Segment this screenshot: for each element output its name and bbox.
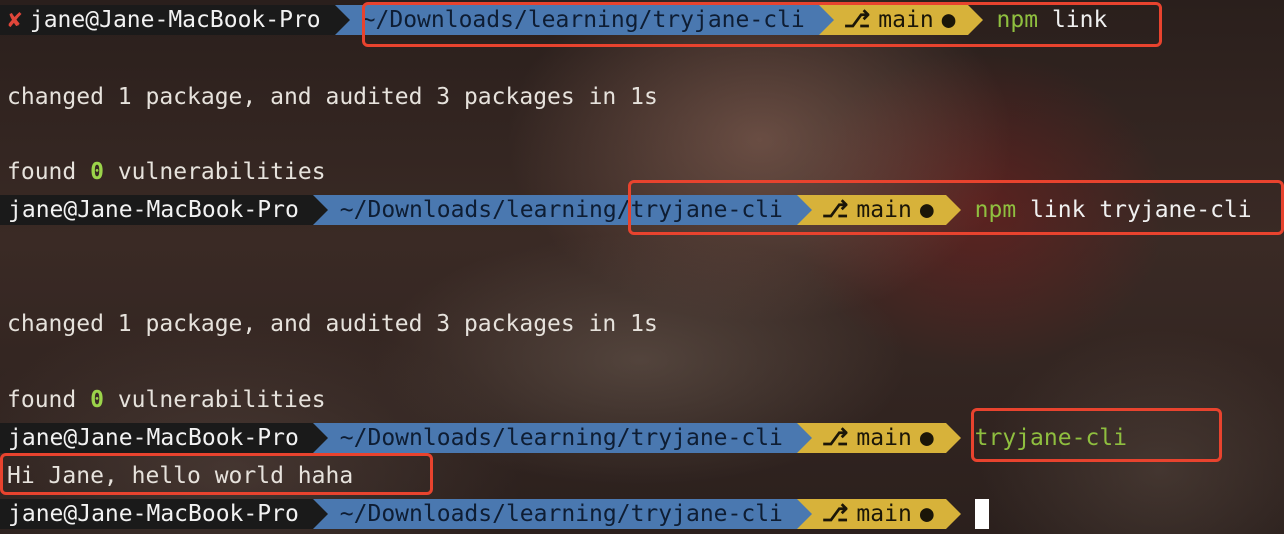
prompt-user-segment: jane@Jane-MacBook-Pro xyxy=(0,499,313,529)
found-prefix: found xyxy=(7,159,77,185)
segment-separator-icon xyxy=(796,195,812,225)
prompt-branch: main xyxy=(878,7,934,33)
command-1-bin: npm xyxy=(996,7,1039,33)
error-x-icon: ✘ xyxy=(8,7,22,33)
output-hello: Hi Jane, hello world haha xyxy=(7,463,354,489)
git-branch-icon: ⎇ xyxy=(821,425,849,451)
command-2-bin: npm xyxy=(974,197,1017,223)
prompt-path-segment: ~/Downloads/learning/tryjane-cli xyxy=(327,195,797,225)
prompt-user-segment: jane@Jane-MacBook-Pro xyxy=(0,195,313,225)
found-prefix: found xyxy=(7,387,77,413)
found-suffix: vulnerabilities xyxy=(117,159,326,185)
dirty-dot-icon: ● xyxy=(919,197,934,223)
command-2-args: link tryjane-cli xyxy=(1030,197,1252,223)
prompt-path: ~/Downloads/learning/tryjane-cli xyxy=(339,425,783,451)
segment-separator-icon xyxy=(945,195,961,225)
prompt-path: ~/Downloads/learning/tryjane-cli xyxy=(339,501,783,527)
git-branch-icon: ⎇ xyxy=(843,7,871,33)
dirty-dot-icon: ● xyxy=(919,425,934,451)
command-3-text: tryjane-cli xyxy=(974,425,1127,451)
prompt-line-4[interactable]: jane@Jane-MacBook-Pro ~/Downloads/learni… xyxy=(0,499,989,529)
found-count: 0 xyxy=(90,159,104,185)
segment-separator-icon xyxy=(818,5,834,35)
text-cursor[interactable] xyxy=(974,499,989,529)
dirty-dot-icon: ● xyxy=(919,501,934,527)
prompt-user-host: jane@Jane-MacBook-Pro xyxy=(8,425,299,451)
segment-separator-icon xyxy=(312,195,328,225)
output-changed-2: changed 1 package, and audited 3 package… xyxy=(7,311,658,337)
segment-separator-icon xyxy=(334,5,350,35)
prompt-line-1: ✘ jane@Jane-MacBook-Pro ~/Downloads/lear… xyxy=(0,5,1107,35)
prompt-branch: main xyxy=(856,425,912,451)
command-2: npm link tryjane-cli xyxy=(961,195,1252,225)
segment-separator-icon xyxy=(967,5,983,35)
terminal-window[interactable]: ✘ jane@Jane-MacBook-Pro ~/Downloads/lear… xyxy=(0,0,1284,534)
prompt-git-segment: ⎇ main ● xyxy=(811,195,946,225)
prompt-path-segment: ~/Downloads/learning/tryjane-cli xyxy=(327,499,797,529)
command-1: npm link xyxy=(983,5,1108,35)
prompt-path-segment: ~/Downloads/learning/tryjane-cli xyxy=(349,5,819,35)
segment-separator-icon xyxy=(312,423,328,453)
prompt-line-3: jane@Jane-MacBook-Pro ~/Downloads/learni… xyxy=(0,423,1127,453)
git-branch-icon: ⎇ xyxy=(821,501,849,527)
git-branch-icon: ⎇ xyxy=(821,197,849,223)
output-found-2: found 0 vulnerabilities xyxy=(7,385,326,415)
prompt-branch: main xyxy=(856,197,912,223)
prompt-path: ~/Downloads/learning/tryjane-cli xyxy=(361,7,805,33)
prompt-user-host: jane@Jane-MacBook-Pro xyxy=(8,197,299,223)
found-suffix: vulnerabilities xyxy=(117,387,326,413)
command-1-args: link xyxy=(1051,7,1108,33)
prompt-path-segment: ~/Downloads/learning/tryjane-cli xyxy=(327,423,797,453)
prompt-user-segment: jane@Jane-MacBook-Pro xyxy=(0,423,313,453)
prompt-line-2: jane@Jane-MacBook-Pro ~/Downloads/learni… xyxy=(0,195,1252,225)
segment-separator-icon xyxy=(796,423,812,453)
prompt-git-segment: ⎇ main ● xyxy=(811,499,946,529)
segment-separator-icon xyxy=(945,499,961,529)
segment-separator-icon xyxy=(945,423,961,453)
segment-separator-icon xyxy=(312,499,328,529)
prompt-user-segment: ✘ jane@Jane-MacBook-Pro xyxy=(0,5,335,35)
segment-separator-icon xyxy=(796,499,812,529)
prompt-git-segment: ⎇ main ● xyxy=(833,5,968,35)
prompt-path: ~/Downloads/learning/tryjane-cli xyxy=(339,197,783,223)
command-3: tryjane-cli xyxy=(961,423,1127,453)
prompt-branch: main xyxy=(856,501,912,527)
prompt-user-host: jane@Jane-MacBook-Pro xyxy=(29,7,321,33)
prompt-git-segment: ⎇ main ● xyxy=(811,423,946,453)
dirty-dot-icon: ● xyxy=(941,7,956,33)
output-changed-1: changed 1 package, and audited 3 package… xyxy=(7,84,658,110)
found-count: 0 xyxy=(90,387,104,413)
output-found-1: found 0 vulnerabilities xyxy=(7,157,326,187)
prompt-user-host: jane@Jane-MacBook-Pro xyxy=(8,501,299,527)
